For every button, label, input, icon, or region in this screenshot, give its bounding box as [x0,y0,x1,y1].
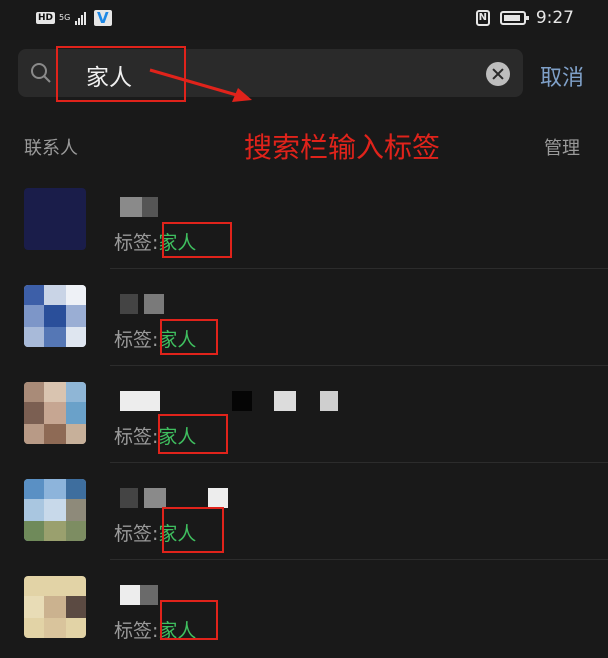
clock: 9:27 [535,8,574,28]
contact-name-blurred [120,293,164,315]
tag-label: 标签: [114,523,159,545]
annotation-text: 搜索栏输入标签 [244,131,441,164]
avatar [24,285,86,347]
tag-label: 标签: [114,232,159,254]
manage-button[interactable]: 管理 [544,134,580,160]
avatar [24,382,86,444]
network-type: 5G [59,13,71,22]
tag-highlight-box [162,222,232,258]
tag-highlight-box [160,319,218,355]
section-header: 联系人 搜索栏输入标签 管理 [0,118,608,172]
battery-icon [499,11,529,25]
cancel-button[interactable]: 取消 [540,60,584,92]
contact-row[interactable]: 标签:家人 [0,463,608,560]
tag-highlight-box [158,414,228,454]
contact-name-blurred [120,584,158,606]
app-notification-icon [94,9,113,27]
avatar [24,479,86,541]
contact-name-blurred [120,196,158,218]
contact-list: 标签:家人 标签:家人 标签:家人 标签:家人 标签:家人 [0,172,608,657]
tag-highlight-box [162,507,224,553]
status-right: N 9:27 [475,8,574,28]
clear-icon[interactable] [486,62,510,86]
tag-highlight-box [160,600,218,640]
status-left: HD 5G [36,9,113,27]
contact-name-blurred [120,487,228,509]
contact-row[interactable]: 标签:家人 [0,269,608,366]
nfc-icon: N [475,10,490,26]
contact-row[interactable]: 标签:家人 [0,172,608,269]
annotation-arrow-icon [149,68,252,102]
contact-row[interactable]: 标签:家人 [0,560,608,657]
tag-label: 标签: [114,426,159,448]
tag-label: 标签: [114,329,159,351]
avatar [24,576,86,638]
search-icon [31,63,51,83]
section-title: 联系人 [24,138,78,159]
status-bar: HD 5G N 9:27 [0,0,608,40]
contact-row[interactable]: 标签:家人 [0,366,608,463]
avatar [24,188,86,250]
hd-badge: HD [36,12,56,24]
contact-name-blurred [120,390,338,412]
signal-icon [75,11,87,25]
tag-label: 标签: [114,620,159,642]
